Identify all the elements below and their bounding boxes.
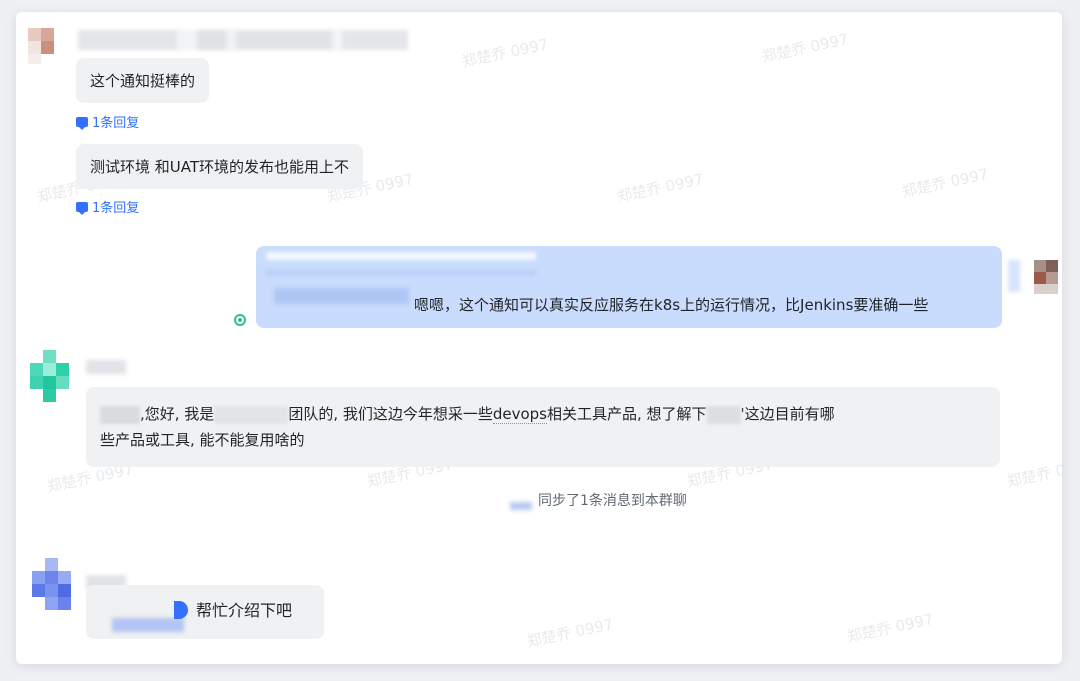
reply-icon: [76, 116, 88, 130]
quoted-reply-redacted: [266, 270, 536, 275]
message-text: 测试环境 和UAT环境的发布也能用上不: [90, 158, 350, 176]
quoted-reply-redacted: [266, 252, 536, 260]
message-text: 嗯嗯，这个通知可以真实反应服务在k8s上的运行情况，比Jenkins要准确一些: [414, 296, 929, 314]
reply-thread-link[interactable]: 1条回复: [76, 197, 139, 216]
avatar[interactable]: [28, 28, 54, 64]
message-text: 这个通知挺棒的: [90, 72, 196, 90]
reply-count: 1条回复: [92, 116, 140, 131]
message-text: 帮忙介绍下吧: [196, 601, 293, 620]
system-avatar-redacted: [510, 502, 532, 510]
avatar-redacted-strip: [1008, 260, 1020, 292]
redacted-name: [100, 405, 140, 424]
message-text: ,您好, 我是 团队的, 我们这边今年想采一些devops相关工具产品, 想了解下…: [100, 405, 835, 449]
my-avatar[interactable]: [1034, 260, 1058, 294]
message-bubble[interactable]: 帮忙介绍下吧: [86, 585, 324, 639]
avatar[interactable]: [32, 558, 74, 614]
watermark: 郑楚乔 0997: [900, 165, 990, 201]
read-status-icon[interactable]: [234, 314, 246, 326]
redacted-mention: [112, 618, 184, 632]
watermark: 郑楚乔 0997: [525, 615, 615, 651]
sent-message-bubble[interactable]: 嗯嗯，这个通知可以真实反应服务在k8s上的运行情况，比Jenkins要准确一些: [256, 246, 1002, 328]
watermark: 郑楚乔 0997: [845, 610, 935, 646]
quoted-sender-redacted: [274, 288, 409, 304]
chat-panel: 郑楚乔 0997 郑楚乔 0997 郑楚乔 0997 郑楚乔 0997 郑楚乔 …: [16, 12, 1062, 664]
system-message: 同步了1条消息到本群聊: [538, 493, 687, 509]
redacted-team: [214, 405, 289, 424]
mention-pill[interactable]: [174, 601, 188, 619]
watermark: 郑楚乔 0997: [615, 170, 705, 206]
message-bubble[interactable]: 测试环境 和UAT环境的发布也能用上不: [76, 144, 364, 189]
reply-thread-link[interactable]: 1条回复: [76, 112, 139, 131]
sender-name-redacted: [86, 360, 126, 374]
watermark: 郑楚乔 0997: [1005, 455, 1062, 491]
message-bubble[interactable]: 这个通知挺棒的: [76, 58, 210, 103]
watermark: 郑楚乔 0997: [760, 30, 850, 66]
redacted-mention: [706, 405, 741, 424]
avatar[interactable]: [30, 350, 72, 402]
watermark: 郑楚乔 0997: [460, 35, 550, 71]
keyword-link[interactable]: devops: [492, 405, 547, 424]
reply-icon: [76, 201, 88, 215]
sender-name-redacted: [78, 30, 408, 50]
message-bubble[interactable]: ,您好, 我是 团队的, 我们这边今年想采一些devops相关工具产品, 想了解下…: [86, 387, 1000, 467]
reply-count: 1条回复: [92, 201, 140, 216]
